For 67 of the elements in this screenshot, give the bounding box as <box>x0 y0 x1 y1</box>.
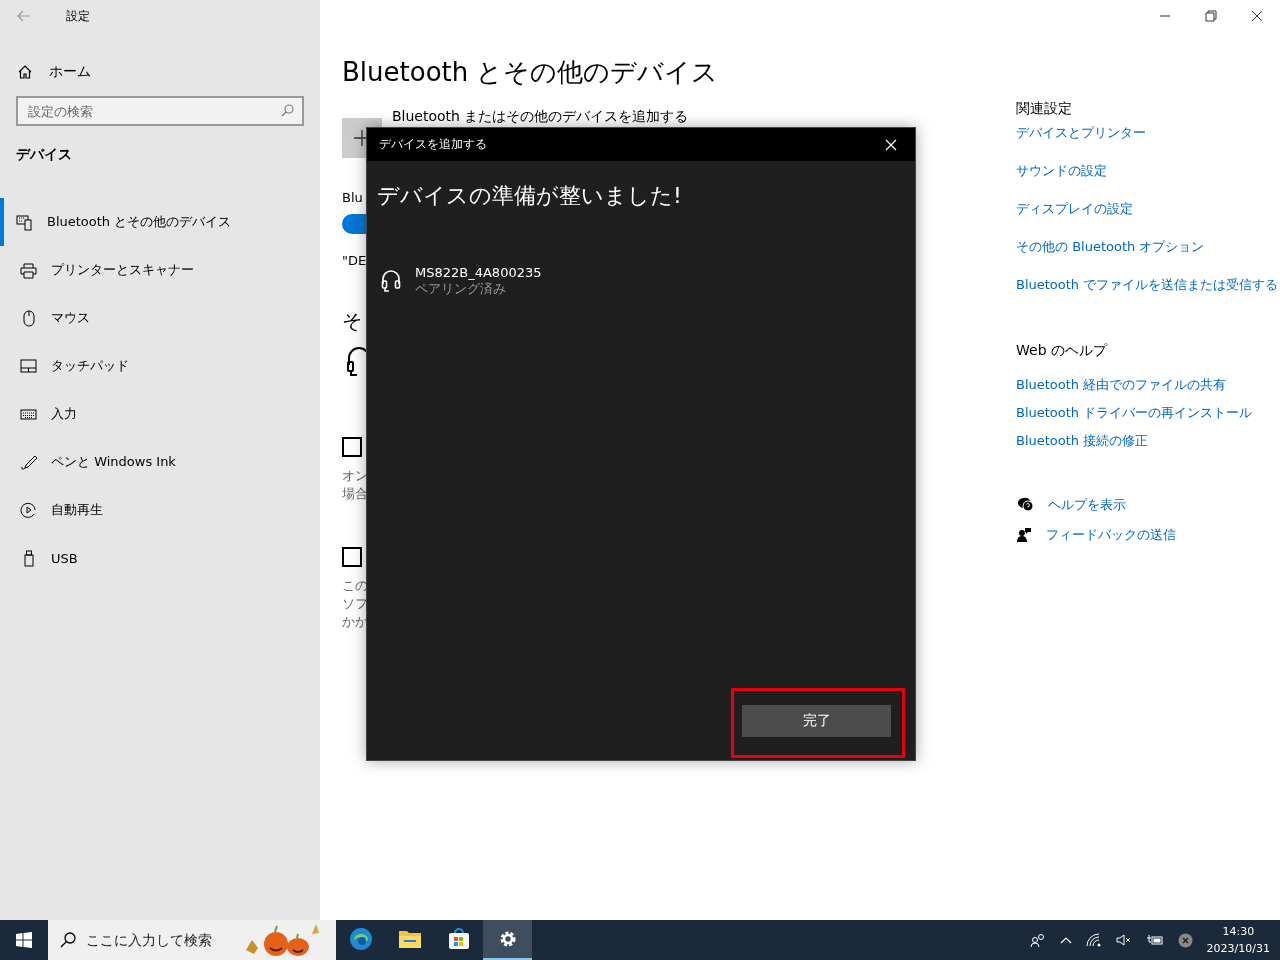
sidebar-item[interactable]: プリンターとスキャナー <box>0 246 320 294</box>
home-link[interactable]: ホーム <box>17 56 95 88</box>
device-name: MS822B_4A800235 <box>415 265 542 280</box>
checkbox-description: かか <box>342 613 368 631</box>
keyboard-device-icon <box>16 213 33 231</box>
battery-icon[interactable] <box>1145 934 1164 946</box>
checkbox[interactable] <box>342 437 362 457</box>
bluetooth-label: Blu <box>342 190 363 205</box>
autoplay-icon <box>20 501 37 519</box>
help-link[interactable]: Bluetooth ドライバーの再インストール <box>1016 404 1253 422</box>
settings-link[interactable]: その他の Bluetooth オプション <box>1016 238 1205 256</box>
web-help-heading: Web のヘルプ <box>1016 342 1107 360</box>
add-device-label[interactable]: Bluetooth またはその他のデバイスを追加する <box>392 109 689 124</box>
help-link[interactable]: ヘルプを表示 <box>1048 496 1126 514</box>
sidebar-item[interactable]: USB <box>0 534 320 582</box>
windows-icon <box>16 932 32 948</box>
settings-link[interactable]: サウンドの設定 <box>1016 162 1107 180</box>
keyboard-icon <box>20 408 37 420</box>
checkbox[interactable] <box>342 547 362 567</box>
clock[interactable]: 14:30 2023/10/31 <box>1206 923 1270 957</box>
help-link[interactable]: Bluetooth 接続の修正 <box>1016 432 1149 450</box>
settings-link[interactable]: ディスプレイの設定 <box>1016 200 1133 218</box>
search-icon <box>281 104 294 117</box>
pen-icon <box>20 453 37 471</box>
pumpkin-icon <box>244 922 320 958</box>
mouse-icon <box>22 309 35 327</box>
folder-icon <box>397 928 422 950</box>
wifi-icon[interactable] <box>1085 933 1102 947</box>
home-icon <box>17 64 33 80</box>
printer-icon <box>20 261 37 279</box>
dialog-heading: デバイスの準備が整いました! <box>377 182 682 210</box>
sidebar-item[interactable]: ペンと Windows Ink <box>0 438 320 486</box>
headset-icon <box>381 268 401 295</box>
help-chat-icon <box>1016 497 1034 513</box>
section-heading: デバイス <box>16 146 72 164</box>
touchpad-icon <box>20 359 37 373</box>
done-button[interactable]: 完了 <box>742 705 891 737</box>
sidebar-item[interactable]: マウス <box>0 294 320 342</box>
discoverable-text: "DE <box>342 253 367 268</box>
taskbar-app[interactable] <box>483 920 532 960</box>
settings-link[interactable]: デバイスとプリンター <box>1016 124 1146 142</box>
dialog-title: デバイスを追加する <box>379 136 487 153</box>
window-title: 設定 <box>66 7 90 25</box>
people-icon <box>1029 933 1046 947</box>
related-settings-heading: 関連設定 <box>1016 100 1072 118</box>
chevron-up-icon[interactable] <box>1059 936 1072 944</box>
page-title: Bluetooth とその他のデバイス <box>342 56 719 89</box>
section-heading: そ <box>342 308 362 335</box>
settings-link[interactable]: Bluetooth でファイルを送信または受信する <box>1016 276 1279 294</box>
sidebar-item[interactable]: 自動再生 <box>0 486 320 534</box>
feedback-icon <box>1016 527 1032 543</box>
search-field[interactable]: 設定の検索 <box>16 96 304 126</box>
speaker-muted-icon[interactable] <box>1115 933 1132 947</box>
checkbox-description: 場合 <box>342 485 368 503</box>
checkbox-description: ソフ <box>342 595 368 613</box>
search-icon <box>60 932 76 948</box>
restore-button[interactable] <box>1205 10 1217 22</box>
device-status: ペアリング済み <box>415 280 506 298</box>
error-icon[interactable] <box>1177 932 1193 948</box>
usb-drive-icon <box>23 549 34 567</box>
browser-icon <box>348 927 373 951</box>
help-link[interactable]: Bluetooth 経由でのファイルの共有 <box>1016 376 1227 394</box>
close-button[interactable] <box>1251 10 1263 22</box>
feedback-link[interactable]: フィードバックの送信 <box>1046 526 1176 544</box>
sidebar-item[interactable]: タッチパッド <box>0 342 320 390</box>
store-icon <box>447 928 470 950</box>
sidebar-item[interactable]: 入力 <box>0 390 320 438</box>
